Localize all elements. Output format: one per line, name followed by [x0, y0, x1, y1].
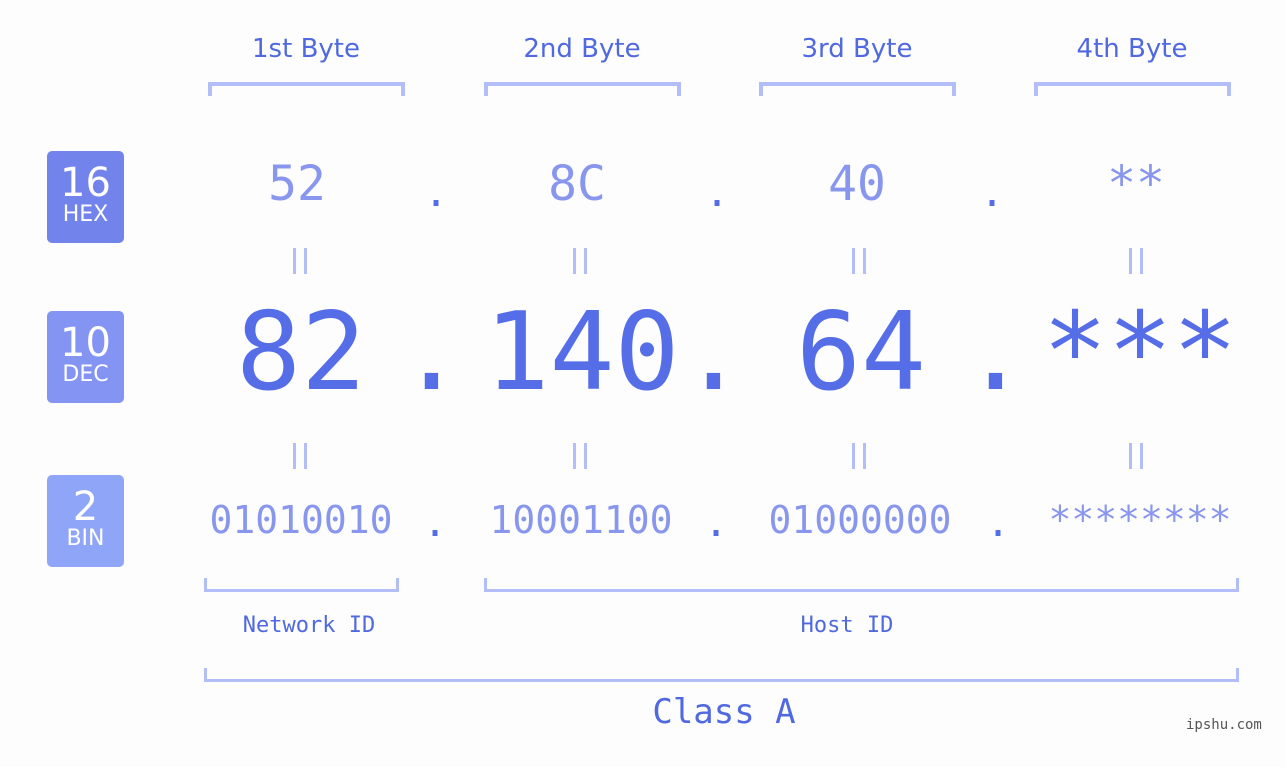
byte-header-1: 1st Byte [252, 34, 360, 64]
class-label: Class A [652, 692, 796, 732]
bin-byte-4: ******** [1048, 498, 1232, 542]
equals-icon [852, 248, 866, 274]
bin-dot-1: . [423, 500, 448, 546]
equals-icon [573, 248, 587, 274]
byte-header-4: 4th Byte [1076, 34, 1188, 64]
dec-base: 10 [60, 320, 111, 366]
dec-byte-4: *** [1042, 290, 1238, 415]
bin-byte-1: 01010010 [209, 498, 393, 542]
bin-byte-2: 10001100 [489, 498, 673, 542]
host-id-label: Host ID [800, 613, 894, 638]
byte-bracket-3 [759, 82, 956, 96]
bin-dot-3: . [986, 500, 1011, 546]
network-id-label: Network ID [242, 613, 376, 638]
byte-bracket-1 [208, 82, 405, 96]
byte-bracket-2 [484, 82, 681, 96]
bin-label: BIN [66, 526, 105, 551]
hex-byte-4: ** [1107, 156, 1165, 212]
dec-byte-3: 64 [795, 290, 927, 415]
byte-header-2: 2nd Byte [523, 34, 641, 64]
byte-bracket-4 [1034, 82, 1231, 96]
hex-dot-1: . [424, 170, 449, 216]
equals-icon [1129, 248, 1143, 274]
class-bracket [204, 668, 1239, 682]
equals-icon [293, 443, 307, 469]
network-bracket [204, 578, 399, 592]
watermark: ipshu.com [1186, 717, 1262, 733]
equals-icon [1129, 443, 1143, 469]
equals-icon [293, 248, 307, 274]
hex-byte-3: 40 [828, 156, 886, 212]
bin-dot-2: . [704, 500, 729, 546]
host-bracket [484, 578, 1239, 592]
hex-dot-2: . [705, 170, 730, 216]
dec-byte-1: 82 [235, 290, 367, 415]
dec-badge: 10 DEC [47, 311, 124, 403]
equals-icon [573, 443, 587, 469]
dec-byte-2: 140 [484, 290, 680, 415]
hex-badge: 16 HEX [47, 151, 124, 243]
dec-dot-3: . [963, 290, 1029, 415]
hex-byte-2: 8C [548, 156, 606, 212]
equals-icon [852, 443, 866, 469]
hex-byte-1: 52 [268, 156, 326, 212]
dec-dot-1: . [399, 290, 465, 415]
bin-badge: 2 BIN [47, 475, 124, 567]
dec-dot-2: . [681, 290, 747, 415]
hex-base: 16 [60, 160, 111, 206]
hex-label: HEX [62, 202, 109, 227]
bin-byte-3: 01000000 [768, 498, 952, 542]
hex-dot-3: . [980, 170, 1005, 216]
byte-header-3: 3rd Byte [801, 34, 913, 64]
bin-base: 2 [72, 484, 99, 530]
dec-label: DEC [62, 362, 109, 387]
